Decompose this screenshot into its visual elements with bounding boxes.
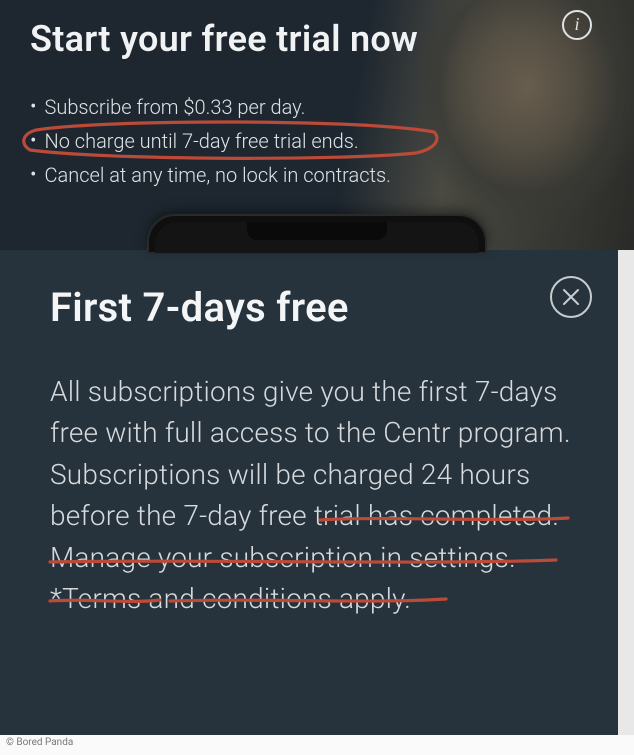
close-button[interactable] (550, 276, 592, 318)
bullet-dot: • (30, 91, 36, 121)
bullet-item: • Cancel at any time, no lock in contrac… (30, 160, 604, 190)
promo-bullet-list: • Subscribe from $0.33 per day. • No cha… (30, 92, 604, 190)
promo-heading: Start your free trial now (30, 18, 604, 60)
watermark: © Bored Panda (6, 737, 73, 748)
close-icon (561, 287, 581, 307)
info-icon-glyph: i (574, 15, 579, 33)
phone-notch (247, 222, 387, 240)
bullet-text: Cancel at any time, no lock in contracts… (44, 160, 390, 190)
footer-strip (0, 735, 634, 755)
phone-frame-decor (147, 214, 487, 254)
bullet-dot: • (30, 125, 36, 155)
trial-details-panel: First 7-days free All subscriptions give… (0, 250, 618, 735)
trial-promo-panel: i Start your free trial now • Subscribe … (0, 0, 634, 250)
info-icon[interactable]: i (562, 10, 592, 40)
bullet-text: No charge until 7-day free trial ends. (44, 126, 358, 156)
bullet-item: • Subscribe from $0.33 per day. (30, 92, 604, 122)
details-body: All subscriptions give you the first 7-d… (50, 371, 572, 620)
details-heading: First 7-days free (50, 284, 572, 331)
bullet-item: • No charge until 7-day free trial ends. (30, 126, 604, 156)
bullet-dot: • (30, 159, 36, 189)
bullet-text: Subscribe from $0.33 per day. (44, 92, 305, 122)
